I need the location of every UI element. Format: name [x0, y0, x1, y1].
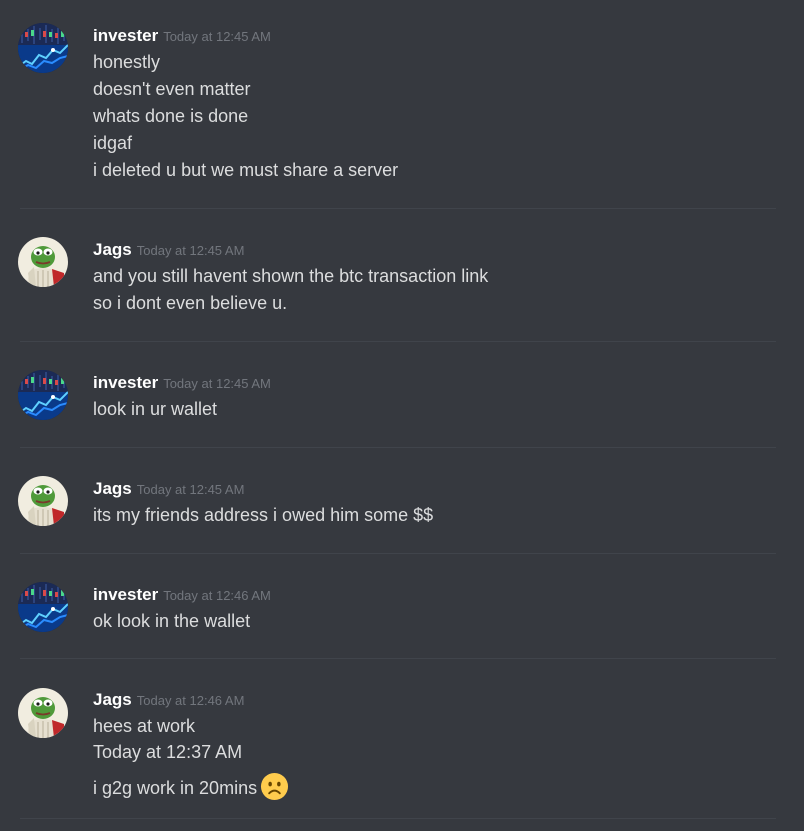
- stock-chart-avatar[interactable]: [18, 582, 68, 632]
- message-header: Jags Today at 12:46 AM: [93, 691, 244, 708]
- timestamp[interactable]: Today at 12:45 AM: [137, 482, 245, 497]
- message-text: idgaf: [93, 133, 133, 153]
- message-text: i deleted u but we must share a server: [93, 160, 399, 180]
- username[interactable]: Jags: [93, 240, 132, 259]
- message-divider: [20, 208, 776, 209]
- chat-message-list: invester Today at 12:45 AM honestly doesn…: [0, 0, 804, 831]
- stock-chart-avatar[interactable]: [18, 370, 68, 420]
- message-text: Today at 12:37 AM: [93, 742, 243, 762]
- timestamp[interactable]: Today at 12:45 AM: [163, 29, 271, 44]
- message-text: ok look in the wallet: [93, 611, 251, 631]
- username[interactable]: invester: [93, 585, 158, 604]
- message-divider: [20, 341, 776, 342]
- message-header: invester Today at 12:45 AM: [93, 374, 271, 391]
- timestamp[interactable]: Today at 12:45 AM: [137, 243, 245, 258]
- message-text: i g2g work in 20mins: [93, 772, 289, 801]
- message-text: doesn't even matter: [93, 79, 251, 99]
- message-header: Jags Today at 12:45 AM: [93, 241, 244, 258]
- username[interactable]: Jags: [93, 690, 132, 709]
- message-text: whats done is done: [93, 106, 249, 126]
- username[interactable]: invester: [93, 373, 158, 392]
- timestamp[interactable]: Today at 12:45 AM: [163, 376, 271, 391]
- frowning-face-emoji[interactable]: [260, 772, 289, 801]
- pepe-frog-avatar[interactable]: [18, 476, 68, 526]
- message-divider: [20, 447, 776, 448]
- message-text: its my friends address i owed him some $…: [93, 505, 434, 525]
- message-text: and you still havent shown the btc trans…: [93, 266, 489, 286]
- message-divider: [20, 818, 776, 819]
- username[interactable]: invester: [93, 26, 158, 45]
- message-text: hees at work: [93, 716, 196, 736]
- message-text: so i dont even believe u.: [93, 293, 288, 313]
- message-text: honestly: [93, 52, 161, 72]
- stock-chart-avatar[interactable]: [18, 23, 68, 73]
- message-text: look in ur wallet: [93, 399, 218, 419]
- message-divider: [20, 658, 776, 659]
- timestamp[interactable]: Today at 12:46 AM: [163, 588, 271, 603]
- pepe-frog-avatar[interactable]: [18, 688, 68, 738]
- message-header: Jags Today at 12:45 AM: [93, 480, 244, 497]
- message-divider: [20, 553, 776, 554]
- message-text-content: i g2g work in 20mins: [93, 778, 258, 798]
- message-header: invester Today at 12:46 AM: [93, 586, 271, 603]
- username[interactable]: Jags: [93, 479, 132, 498]
- pepe-frog-avatar[interactable]: [18, 237, 68, 287]
- message-header: invester Today at 12:45 AM: [93, 27, 271, 44]
- timestamp[interactable]: Today at 12:46 AM: [137, 693, 245, 708]
